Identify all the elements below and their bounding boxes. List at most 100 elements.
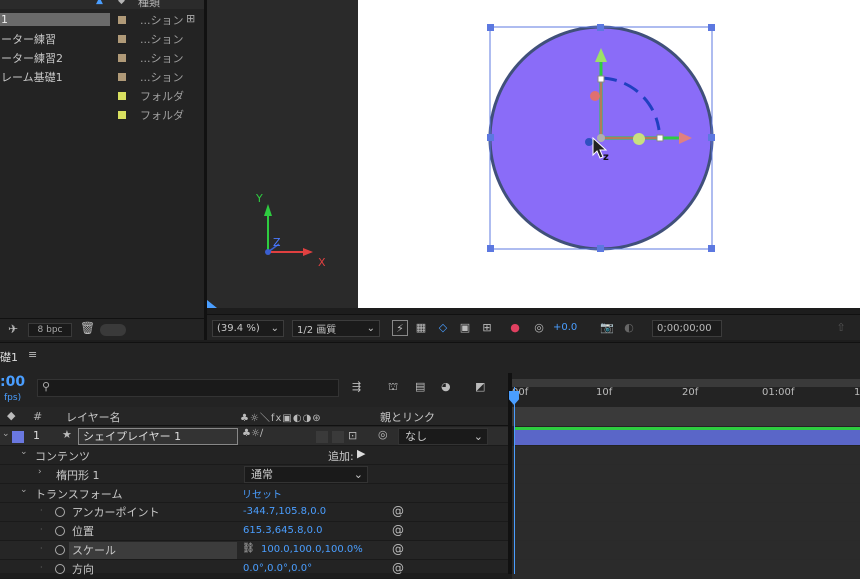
chevron-right-icon[interactable]: › [38, 467, 42, 477]
expression-pickwhip-icon[interactable]: @ [392, 504, 404, 518]
dot-icon: · [40, 506, 43, 515]
guides-icon[interactable]: ⊞ [479, 320, 495, 336]
render-queue-icon[interactable]: ✈ [8, 322, 18, 336]
frame-blend-icon[interactable]: ◕ [441, 380, 451, 393]
zoom-dropdown[interactable]: (39.4 %) ⌄ [212, 320, 284, 337]
add-menu-icon[interactable]: ▶ [357, 447, 365, 460]
current-time[interactable]: :00 [0, 374, 25, 390]
layer-label-color[interactable] [12, 431, 24, 443]
track [512, 484, 860, 503]
contents-row[interactable]: ⌄ コンテンツ 追加: ▶ [0, 446, 508, 465]
project-item-type: ...ション [140, 51, 184, 65]
project-footer: ✈ 8 bpc 🗑 [0, 318, 204, 340]
shy-switch-icon[interactable]: ♣☼∕ [242, 428, 263, 439]
property-name: スケール [69, 542, 237, 559]
label-column-icon[interactable]: ◆ [118, 0, 125, 6]
layer-name[interactable]: シェイプレイヤー 1 [78, 428, 238, 445]
property-value[interactable]: 100.0,100.0,100.0% [261, 544, 363, 555]
timeline-panel: 礎1 ≡ :00 fps) ⚲ ⇶ ⛫ ▤ ◕ ◩ ◆ # レイヤー名 ♣☼＼f… [0, 342, 860, 579]
switch-box[interactable] [332, 431, 344, 443]
exposure-value[interactable]: +0.0 [553, 322, 577, 333]
bpc-button[interactable]: 8 bpc [28, 323, 72, 337]
transform-row[interactable]: ⌄ トランスフォーム リセット [0, 484, 508, 503]
project-item[interactable]: フォルダ [0, 86, 185, 105]
layer-row[interactable]: ⌄ 1 ★ シェイプレイヤー 1 ♣☼∕ ⊡ ◎ なし ⌄ [0, 427, 508, 446]
label-swatch[interactable] [118, 91, 126, 100]
world-axis-gizmo [264, 204, 313, 256]
label-swatch[interactable] [118, 53, 126, 62]
constrain-link-icon[interactable]: ⛓ [242, 543, 255, 554]
project-item[interactable]: ーター練習2 ...ション [0, 48, 185, 67]
label-tag-icon[interactable]: ◆ [7, 409, 15, 422]
col-parent-link[interactable]: 親とリンク [380, 409, 435, 425]
chevron-down-icon[interactable]: ⌄ [20, 447, 28, 457]
reset-link[interactable]: リセット [242, 486, 282, 501]
draft-3d-icon[interactable]: ⛫ [388, 380, 398, 395]
graph-editor-icon[interactable]: ◩ [475, 380, 485, 393]
col-layer-name[interactable]: レイヤー名 [66, 409, 121, 425]
chevron-down-icon[interactable]: ⌄ [2, 429, 10, 439]
ellipse-row[interactable]: › 楕円形 1 通常 ⌄ [0, 465, 508, 484]
sort-arrow-icon[interactable]: ▲ [96, 0, 103, 6]
blend-mode-dropdown[interactable]: 通常 ⌄ [244, 466, 368, 483]
resolution-value: 1/2 画質 [297, 325, 337, 336]
track [512, 465, 860, 484]
pick-whip-icon[interactable]: ◎ [378, 428, 388, 441]
parent-dropdown[interactable]: なし ⌄ [398, 428, 488, 445]
property-value[interactable]: 0.0°,0.0°,0.0° [243, 563, 312, 574]
comp-tab-label[interactable]: 礎1 [0, 349, 18, 365]
dot-icon: · [40, 563, 43, 572]
flowchart-icon[interactable]: ⊞ [186, 12, 195, 25]
mask-path-icon[interactable]: ◇ [435, 320, 451, 336]
stopwatch-icon[interactable] [55, 526, 65, 536]
viewer-corner-icon [207, 300, 217, 308]
timecode-value: 0;00;00;00 [657, 323, 712, 334]
stopwatch-icon[interactable] [55, 545, 65, 555]
label-swatch[interactable] [118, 34, 126, 43]
time-ruler[interactable]: 00f 10f 20f 01:00f 1 [512, 387, 860, 407]
snapshot-icon[interactable]: 📷 [599, 320, 615, 336]
work-area-bar[interactable] [512, 379, 860, 387]
chevron-down-icon[interactable]: ⌄ [20, 485, 28, 495]
share-icon[interactable]: ⇧ [833, 320, 849, 336]
project-item[interactable]: ーター練習 ...ション [0, 29, 185, 48]
transform-property-row[interactable]: · アンカーポイント -344.7,105.8,0.0 @ [0, 503, 508, 522]
transparency-grid-icon[interactable]: ▦ [413, 320, 429, 336]
property-value[interactable]: -344.7,105.8,0.0 [243, 506, 326, 517]
search-input[interactable]: ⚲ [37, 379, 339, 397]
channel-icon[interactable]: ● [507, 320, 523, 336]
3d-layer-icon[interactable]: ⊡ [348, 429, 357, 442]
type-column-header[interactable]: 種類 [138, 0, 160, 10]
label-swatch[interactable] [118, 72, 126, 81]
hide-shy-icon[interactable]: ▤ [415, 380, 425, 393]
axis-y-label: Y [255, 192, 263, 205]
dot-icon: · [40, 525, 43, 534]
color-management-icon[interactable]: ◎ [531, 320, 547, 336]
layer-column-header: ◆ # レイヤー名 ♣☼＼fx▣◐◑⊛ 親とリンク [0, 407, 508, 426]
stopwatch-icon[interactable] [55, 507, 65, 517]
fast-preview-icon[interactable]: ⚡ [392, 320, 408, 336]
trash-icon[interactable]: 🗑 [80, 321, 95, 335]
project-item[interactable]: フォルダ [0, 105, 185, 124]
toggle-slider[interactable] [100, 324, 126, 336]
axis-z-label: Z [273, 236, 281, 249]
expression-pickwhip-icon[interactable]: @ [392, 523, 404, 537]
region-of-interest-icon[interactable]: ▣ [457, 320, 473, 336]
transform-property-row[interactable]: · 位置 615.3,645.8,0.0 @ [0, 522, 508, 541]
transform-property-row[interactable]: · スケール ⛓ 100.0,100.0,100.0% @ [0, 541, 508, 560]
switch-box[interactable] [316, 431, 328, 443]
label-swatch[interactable] [118, 15, 126, 24]
project-item[interactable]: レーム基礎1 ...ション [0, 67, 185, 86]
resolution-dropdown[interactable]: 1/2 画質 ⌄ [292, 320, 380, 337]
transform-label: トランスフォーム [35, 488, 123, 501]
tab-menu-icon[interactable]: ≡ [28, 348, 37, 361]
project-item[interactable]: 1 ...ション [0, 10, 185, 29]
layer-duration-bar[interactable] [514, 430, 860, 445]
show-snapshot-icon[interactable]: ◐ [621, 320, 637, 336]
timecode-field[interactable]: 0;00;00;00 [652, 320, 722, 337]
comp-mini-flowchart-icon[interactable]: ⇶ [352, 380, 361, 393]
property-value[interactable]: 615.3,645.8,0.0 [243, 525, 323, 536]
transform-property-row[interactable]: · 方向 0.0°,0.0°,0.0° @ [0, 560, 508, 579]
expression-pickwhip-icon[interactable]: @ [392, 542, 404, 556]
label-swatch[interactable] [118, 110, 126, 119]
